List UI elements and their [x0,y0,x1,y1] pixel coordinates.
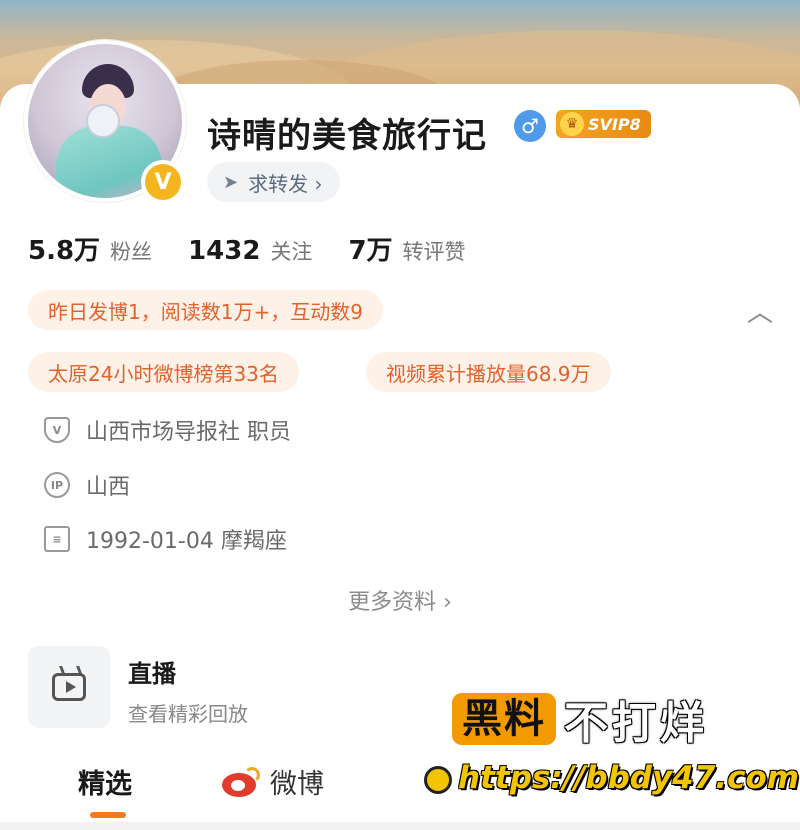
birthday-text: 1992-01-04 摩羯座 [86,529,287,554]
calendar-icon: ≡ [44,526,70,552]
stat-interactions[interactable]: 7万 转评赞 [348,230,465,267]
info-ip: IP 山西 [44,469,130,501]
active-tab-indicator [90,812,126,818]
weibo-logo-icon [222,766,260,797]
svip-label: SVIP8 [588,114,641,134]
watermark-right-text: 不打烊 [564,698,708,749]
live-tv-icon[interactable] [28,646,110,728]
verified-badge-icon: V [141,160,185,204]
repost-request-label: 求转发 › [248,171,323,196]
collapse-chevron-up-icon[interactable]: ︿ [744,298,776,328]
info-work: V 山西市场导报社 职员 [44,414,291,446]
info-birthday: ≡ 1992-01-04 摩羯座 [44,523,287,555]
repost-request-button[interactable]: ➤ 求转发 › [207,162,341,202]
watermark-url: https://bbdy47.com [424,760,799,796]
live-subtitle: 查看精彩回放 [128,702,248,726]
profile-stats: 5.8万 粉丝 1432 关注 7万 转评赞 [28,230,466,267]
profile-name: 诗晴的美食旅行记 [207,116,487,156]
crown-icon: ♛ [560,112,584,136]
shield-icon: V [44,417,70,443]
watermark-left-text: 黑料 [452,693,556,745]
bottom-divider [0,822,800,830]
ranking-pill[interactable]: 太原24小时微博榜第33名 [28,352,299,392]
tab-featured[interactable]: 精选 [78,762,132,801]
yesterday-stats-pill[interactable]: 昨日发博1，阅读数1万+，互动数9 [28,290,383,330]
more-info-link[interactable]: 更多资料 › [0,584,800,616]
svip-badge[interactable]: ♛ SVIP8 [556,110,651,138]
work-text: 山西市场导报社 职员 [86,420,291,445]
male-gender-icon: ♂ [514,110,546,142]
watermark-logo: 黑料 不打烊 [452,687,708,751]
live-title[interactable]: 直播 [128,654,176,689]
stat-followers[interactable]: 5.8万 粉丝 [28,230,152,267]
tab-weibo[interactable]: 微博 [222,762,324,801]
paper-plane-icon: ➤ [223,171,239,193]
stat-following[interactable]: 1432 关注 [188,236,312,266]
watermark-coin-icon [424,765,452,794]
ip-icon: IP [44,472,70,498]
video-plays-pill[interactable]: 视频累计播放量68.9万 [366,352,611,392]
ip-location-text: 山西 [86,475,131,500]
